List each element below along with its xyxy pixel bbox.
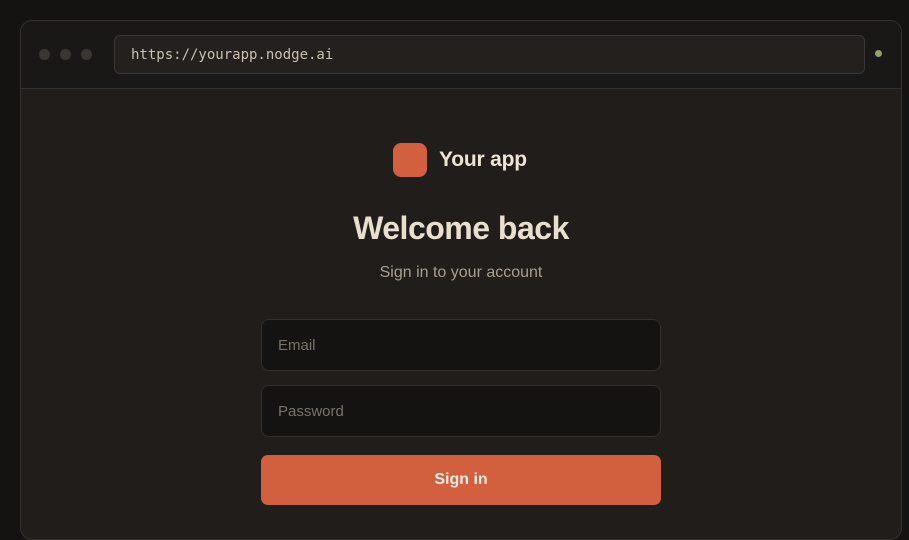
brand: Your app: [393, 143, 527, 177]
app-name: Your app: [439, 148, 527, 171]
window-maximize-dot[interactable]: [81, 49, 92, 60]
browser-titlebar: https://yourapp.nodge.ai: [21, 21, 901, 89]
login-page: Your app Welcome back Sign in to your ac…: [21, 90, 901, 539]
email-field[interactable]: [261, 319, 661, 371]
app-logo-icon: [393, 143, 427, 177]
sign-in-button[interactable]: Sign in: [261, 455, 661, 505]
address-bar-url: https://yourapp.nodge.ai: [131, 46, 334, 63]
connection-status-dot: [875, 50, 882, 57]
password-field[interactable]: [261, 385, 661, 437]
browser-window: https://yourapp.nodge.ai Your app Welcom…: [20, 20, 902, 540]
window-close-dot[interactable]: [39, 49, 50, 60]
page-subtitle: Sign in to your account: [379, 264, 543, 281]
page-title: Welcome back: [353, 210, 569, 246]
window-minimize-dot[interactable]: [60, 49, 71, 60]
address-bar[interactable]: https://yourapp.nodge.ai: [114, 35, 865, 74]
